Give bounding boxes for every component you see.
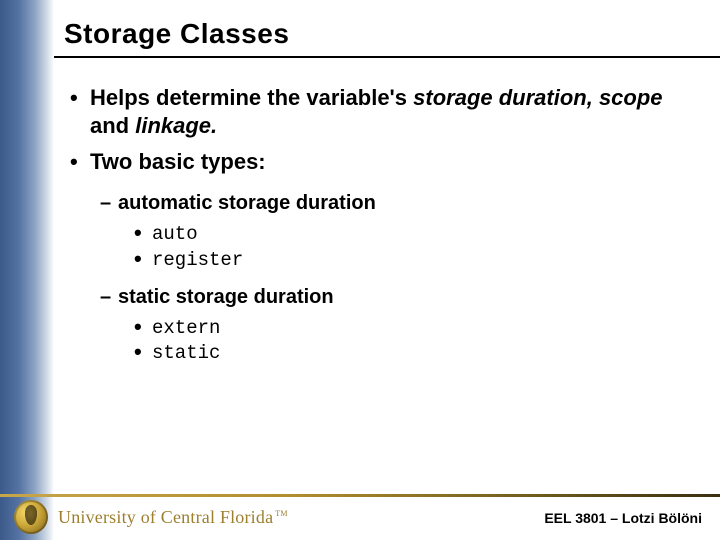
bullet-item-1: Helps determine the variable's storage d…: [70, 84, 700, 140]
university-logo: University of Central FloridaTM: [0, 494, 288, 534]
text-italic: linkage.: [135, 113, 217, 138]
side-gradient: [0, 0, 54, 540]
sub-bullet-automatic: automatic storage duration auto register: [100, 190, 700, 273]
keyword-auto: auto: [134, 222, 700, 248]
text-fragment: and: [90, 113, 135, 138]
text-fragment: automatic storage duration: [118, 192, 376, 214]
keyword-extern: extern: [134, 316, 700, 342]
keyword-list: auto register: [118, 222, 700, 273]
university-name-text: University of Central Florida: [58, 507, 273, 527]
bullet-item-2: Two basic types: automatic storage durat…: [70, 148, 700, 367]
keyword-list: extern static: [118, 316, 700, 367]
text-fragment: static storage duration: [118, 286, 334, 308]
keyword-register: register: [134, 248, 700, 274]
title-underline: [54, 56, 720, 58]
text-italic: storage duration, scope: [413, 85, 662, 110]
sub-bullet-list: automatic storage duration auto register…: [90, 190, 700, 367]
text-fragment: Two basic types:: [90, 149, 266, 174]
slide-footer: University of Central FloridaTM EEL 3801…: [0, 488, 720, 540]
university-name: University of Central FloridaTM: [58, 507, 288, 528]
keyword-static: static: [134, 341, 700, 367]
text-fragment: Helps determine the variable's: [90, 85, 413, 110]
sub-bullet-static: static storage duration extern static: [100, 284, 700, 367]
ucf-seal-icon: [14, 500, 48, 534]
slide-title: Storage Classes: [64, 18, 700, 50]
course-label: EEL 3801 – Lotzi Bölöni: [544, 502, 702, 526]
bullet-list: Helps determine the variable's storage d…: [64, 84, 700, 367]
slide-content: Storage Classes Helps determine the vari…: [54, 0, 720, 540]
trademark-icon: TM: [273, 509, 287, 518]
